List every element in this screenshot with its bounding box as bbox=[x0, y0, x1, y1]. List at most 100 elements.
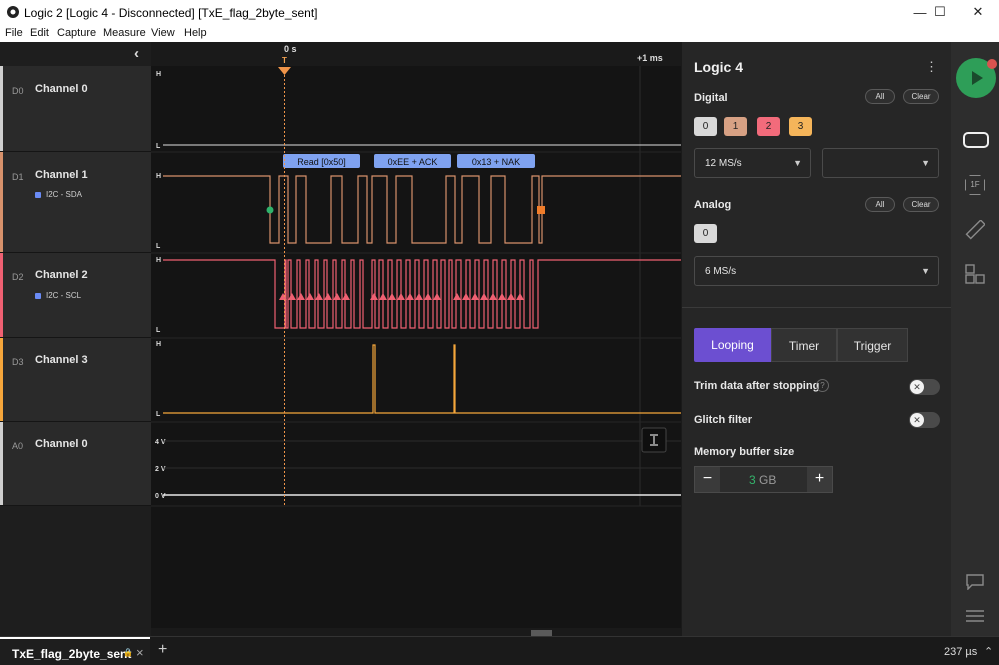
analog-clear-button[interactable]: Clear bbox=[903, 197, 939, 212]
digital-clear-button[interactable]: Clear bbox=[903, 89, 939, 104]
start-capture-button[interactable] bbox=[956, 58, 997, 98]
horizontal-scrollbar[interactable] bbox=[151, 628, 681, 636]
channel-list-header: ‹ bbox=[0, 42, 151, 66]
chevron-down-icon: ▼ bbox=[793, 158, 802, 168]
menu-edit[interactable]: Edit bbox=[30, 27, 49, 39]
menu-capture[interactable]: Capture bbox=[57, 27, 96, 39]
analog-sample-rate-select[interactable]: 6 MS/s ▼ bbox=[694, 256, 939, 286]
channel-row-d3[interactable]: D3 Channel 3 bbox=[0, 338, 151, 422]
level-high-label: H bbox=[156, 341, 161, 348]
session-tab-bar: TxE_flag_2byte_sent 🔒 × + 237 µs ⌃ bbox=[0, 636, 999, 665]
menu-measure[interactable]: Measure bbox=[103, 27, 146, 39]
digital-channel-1-toggle[interactable]: 1 bbox=[724, 117, 747, 136]
digital-channel-2-toggle[interactable]: 2 bbox=[757, 117, 780, 136]
glitch-filter-toggle[interactable]: ✕ bbox=[909, 412, 940, 428]
decode-text: 0x13 + NAK bbox=[472, 157, 520, 167]
level-low-label: L bbox=[156, 411, 161, 418]
window-title: Logic 2 [Logic 4 - Disconnected] [TxE_fl… bbox=[24, 6, 318, 20]
channel-row-d2[interactable]: D2 Channel 2 I2C - SCL bbox=[0, 253, 151, 338]
channel-name: Channel 0 bbox=[35, 438, 88, 450]
channel-3-trace bbox=[163, 344, 681, 414]
trim-data-toggle[interactable]: ✕ bbox=[909, 379, 940, 395]
analog-label: Analog bbox=[694, 199, 732, 211]
close-icon: ✕ bbox=[972, 4, 984, 19]
clock-edge-markers bbox=[279, 293, 524, 300]
memory-unit: GB bbox=[759, 473, 777, 487]
session-tab[interactable]: TxE_flag_2byte_sent 🔒 × bbox=[0, 637, 150, 665]
analyzer-color-icon bbox=[35, 191, 41, 198]
glitch-filter-label: Glitch filter bbox=[694, 414, 753, 426]
memory-value-display[interactable]: 3 GB bbox=[749, 473, 776, 487]
waveform-view[interactable]: 0 s T +1 ms H L H L H L H L 4 V 2 V 0 V … bbox=[151, 42, 681, 636]
analyzer-color-icon bbox=[35, 292, 41, 299]
tab-looping[interactable]: Looping bbox=[694, 328, 771, 362]
increase-memory-button[interactable]: + bbox=[807, 467, 832, 492]
digital-sample-rate-value: 12 MS/s bbox=[705, 158, 742, 169]
analog-tick-label: 4 V bbox=[155, 439, 166, 446]
channel-color-bar bbox=[0, 66, 3, 151]
tab-trigger[interactable]: Trigger bbox=[837, 328, 908, 362]
channel-name: Channel 0 bbox=[35, 83, 88, 95]
analyzer-icon[interactable]: 1F bbox=[965, 175, 985, 195]
menu-file[interactable]: File bbox=[5, 27, 23, 39]
help-icon[interactable]: ? bbox=[816, 379, 829, 392]
channel-color-bar bbox=[0, 152, 3, 252]
session-tab-name: TxE_flag_2byte_sent bbox=[12, 647, 132, 661]
start-condition-marker bbox=[266, 206, 274, 214]
close-tab-icon[interactable]: × bbox=[136, 645, 144, 660]
analog-tick-label: 2 V bbox=[155, 466, 166, 473]
analog-channel-0-toggle[interactable]: 0 bbox=[694, 224, 717, 243]
collapse-panel-icon[interactable]: ‹ bbox=[134, 45, 139, 62]
level-high-label: H bbox=[156, 71, 161, 78]
level-high-label: H bbox=[156, 257, 161, 264]
channel-name: Channel 1 bbox=[35, 169, 88, 181]
channel-color-bar bbox=[0, 253, 3, 337]
measure-icon[interactable] bbox=[965, 220, 985, 240]
maximize-icon: ☐ bbox=[934, 4, 946, 19]
capture-mode-tabs: Looping Timer Trigger bbox=[694, 328, 908, 362]
digital-secondary-select[interactable]: ▼ bbox=[822, 148, 939, 178]
add-tab-button[interactable]: + bbox=[158, 641, 167, 659]
device-settings-panel: Logic 4 ⋮ Digital All Clear 0 1 2 3 12 M… bbox=[681, 42, 952, 636]
channel-row-a0[interactable]: A0 Channel 0 bbox=[0, 422, 151, 506]
channel-row-d0[interactable]: D0 Channel 0 bbox=[0, 66, 151, 152]
memory-value: 3 bbox=[749, 473, 756, 487]
device-icon[interactable] bbox=[962, 130, 990, 150]
analog-all-button[interactable]: All bbox=[865, 197, 895, 212]
time-plus-label: +1 ms bbox=[637, 53, 663, 63]
channel-id: D1 bbox=[12, 172, 24, 182]
digital-sample-rate-select[interactable]: 12 MS/s ▼ bbox=[694, 148, 811, 178]
channel-row-d1[interactable]: D1 Channel 1 I2C - SDA bbox=[0, 152, 151, 253]
extensions-icon[interactable] bbox=[965, 264, 985, 284]
menu-help[interactable]: Help bbox=[184, 27, 207, 39]
tab-timer[interactable]: Timer bbox=[771, 328, 837, 362]
analyzer-tag: I2C - SCL bbox=[35, 291, 81, 300]
decrease-memory-button[interactable]: − bbox=[695, 467, 720, 492]
digital-all-button[interactable]: All bbox=[865, 89, 895, 104]
time-readout: 237 µs bbox=[944, 646, 978, 658]
chevron-down-icon: ▼ bbox=[921, 266, 930, 276]
close-window-button[interactable]: ✕ bbox=[958, 0, 998, 24]
time-zero-label: 0 s bbox=[284, 44, 297, 54]
stop-condition-marker bbox=[537, 206, 545, 214]
channel-list: ‹ D0 Channel 0 D1 Channel 1 I2C - SDA D2… bbox=[0, 42, 151, 636]
expand-icon[interactable]: ⌃ bbox=[984, 645, 993, 658]
toggle-off-icon: ✕ bbox=[910, 413, 924, 427]
more-options-icon[interactable]: ⋮ bbox=[925, 59, 938, 75]
toggle-off-icon: ✕ bbox=[910, 380, 924, 394]
analyzer-label: I2C - SCL bbox=[46, 291, 82, 300]
level-low-label: L bbox=[156, 327, 161, 334]
trigger-marker-icon[interactable] bbox=[278, 67, 291, 75]
digital-channel-0-toggle[interactable]: 0 bbox=[694, 117, 717, 136]
feedback-icon[interactable] bbox=[966, 574, 984, 590]
channel-color-bar bbox=[0, 338, 3, 421]
title-bar: Logic 2 [Logic 4 - Disconnected] [TxE_fl… bbox=[0, 0, 999, 24]
decode-text: Read [0x50] bbox=[297, 157, 346, 167]
maximize-button[interactable]: ☐ bbox=[920, 0, 960, 24]
digital-channel-3-toggle[interactable]: 3 bbox=[789, 117, 812, 136]
menu-view[interactable]: View bbox=[151, 27, 175, 39]
menu-icon[interactable] bbox=[966, 609, 984, 623]
channel-name: Channel 3 bbox=[35, 354, 88, 366]
channel-id: D2 bbox=[12, 272, 24, 282]
channel-2-trace bbox=[163, 259, 681, 329]
